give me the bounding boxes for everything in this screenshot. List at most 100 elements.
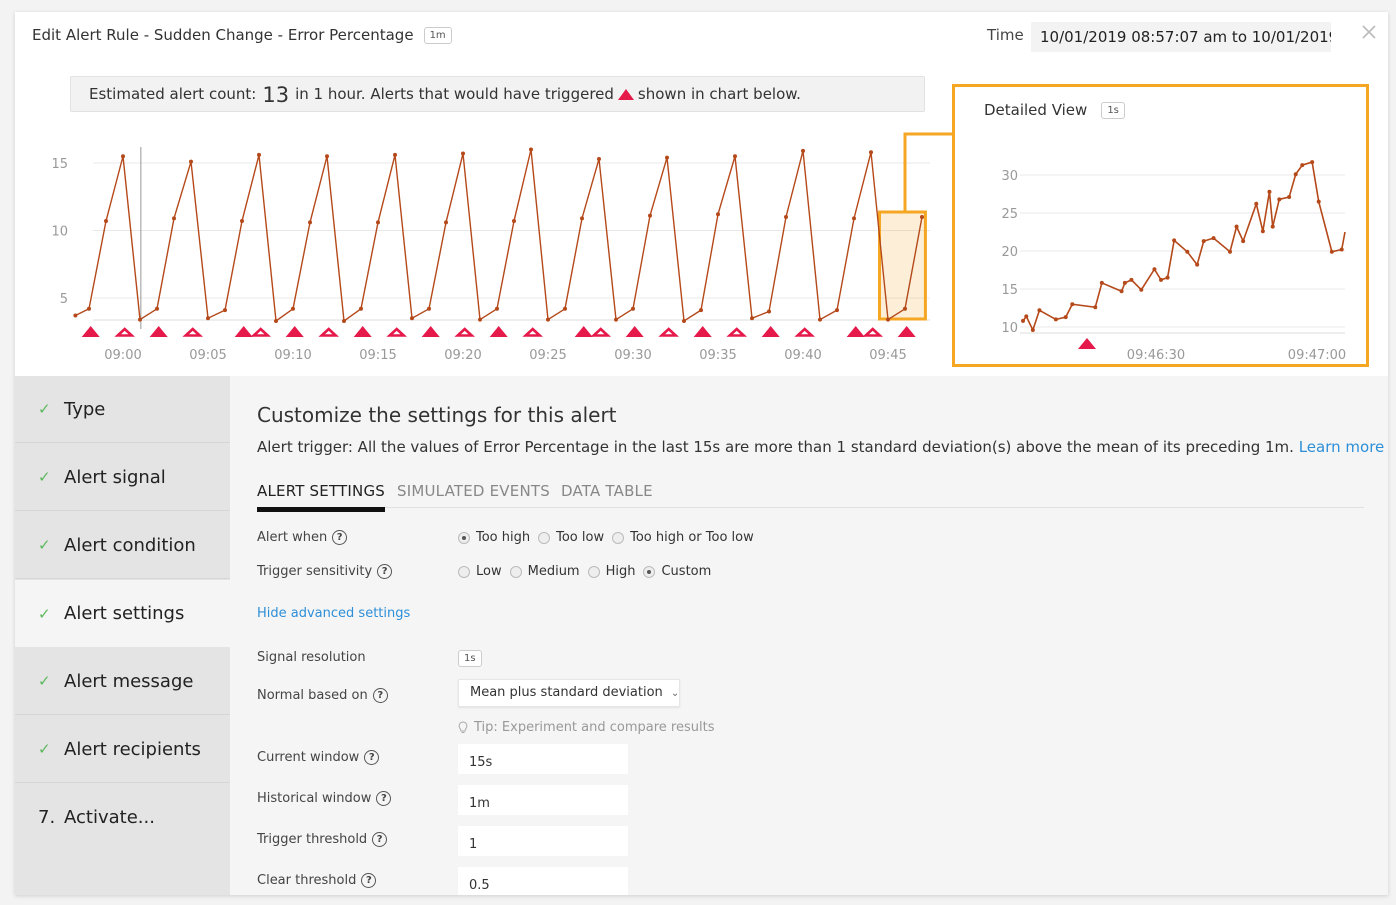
step-alert-condition[interactable]: ✓ Alert condition xyxy=(15,512,230,579)
data-point xyxy=(546,317,550,322)
radio-too-high-or-low[interactable]: Too high or Too low xyxy=(612,530,754,545)
radio-button[interactable] xyxy=(458,565,470,578)
data-point xyxy=(1287,195,1292,200)
clear-threshold-label: Clear threshold ? xyxy=(257,873,377,888)
radio-button[interactable] xyxy=(509,565,522,578)
current-window-text: Current window xyxy=(257,750,360,765)
data-point xyxy=(869,150,873,155)
help-icon[interactable]: ? xyxy=(376,791,392,806)
alert-marker-cleared xyxy=(590,327,612,337)
alert-marker-triggered xyxy=(421,326,440,337)
alert-marker-triggered xyxy=(353,326,372,337)
alert-marker-triggered xyxy=(1078,338,1096,349)
trigger-threshold-text: Trigger threshold xyxy=(257,832,368,847)
alert-marker-cleared xyxy=(726,327,748,337)
signal-resolution-text: Signal resolution xyxy=(257,650,366,665)
signal-resolution-badge: 1s xyxy=(458,650,482,667)
help-icon[interactable]: ? xyxy=(372,832,388,847)
alert-marker-cleared xyxy=(386,327,408,337)
step-alert-settings[interactable]: ✓ Alert settings xyxy=(15,580,230,647)
data-point xyxy=(1053,317,1058,322)
radio-too-high[interactable]: Too high xyxy=(458,530,530,545)
radio-button[interactable] xyxy=(643,565,656,578)
alert-marker-cleared xyxy=(318,327,340,337)
data-point xyxy=(1211,236,1216,241)
alert-marker-triggered xyxy=(761,326,780,337)
data-point xyxy=(852,216,856,221)
data-point xyxy=(1070,302,1075,307)
data-point xyxy=(563,306,567,311)
data-point xyxy=(580,216,584,221)
data-point xyxy=(750,316,754,321)
radio-button[interactable] xyxy=(612,531,625,544)
help-icon[interactable]: ? xyxy=(364,750,380,765)
help-icon[interactable]: ? xyxy=(372,688,388,703)
radio-button[interactable] xyxy=(538,531,551,544)
data-point xyxy=(1152,267,1157,272)
time-range-field[interactable]: 10/01/2019 08:57:07 am to 10/01/2019 xyxy=(1031,22,1331,52)
normal-based-on-select[interactable]: Mean plus standard deviation ⌄ xyxy=(458,679,680,707)
data-point xyxy=(1254,201,1259,206)
data-point xyxy=(631,306,635,311)
radio-medium[interactable]: Medium xyxy=(509,564,580,579)
data-point xyxy=(818,317,822,322)
step-alert-signal[interactable]: ✓ Alert signal xyxy=(15,444,230,511)
data-point xyxy=(1024,314,1029,319)
alert-marker-cleared xyxy=(182,327,204,337)
normal-based-on-label: Normal based on ? xyxy=(257,688,388,703)
data-point xyxy=(1172,238,1177,243)
data-point xyxy=(87,306,91,311)
trigger-threshold-input[interactable] xyxy=(458,826,628,856)
data-point xyxy=(1093,305,1098,310)
hide-advanced-settings-link[interactable]: Hide advanced settings xyxy=(257,606,410,621)
interval-badge: 1m xyxy=(423,26,452,44)
current-window-input[interactable] xyxy=(458,744,628,774)
radio-custom[interactable]: Custom xyxy=(643,564,711,579)
clear-threshold-input[interactable] xyxy=(458,867,628,895)
radio-high[interactable]: High xyxy=(587,564,635,579)
alert-marker-cleared xyxy=(522,327,544,337)
data-point xyxy=(1339,247,1344,252)
tab-simulated-events[interactable]: SIMULATED EVENTS xyxy=(397,482,550,500)
help-icon[interactable]: ? xyxy=(332,530,348,545)
step-activate[interactable]: 7. Activate... xyxy=(15,784,230,851)
data-point xyxy=(410,316,414,321)
normal-based-on-text: Normal based on xyxy=(257,688,368,703)
step-alert-recipients[interactable]: ✓ Alert recipients xyxy=(15,716,230,783)
step-type[interactable]: ✓ Type xyxy=(15,376,230,443)
alert-when-label: Alert when ? xyxy=(257,530,348,545)
y-tick-label: 5 xyxy=(60,292,68,307)
tab-alert-settings[interactable]: ALERT SETTINGS xyxy=(257,482,386,512)
detailed-chart[interactable]: 10 15 20 25 30 09:46:30 09:47:00 xyxy=(955,87,1366,364)
settings-tabs: ALERT SETTINGS SIMULATED EVENTS DATA TAB… xyxy=(257,468,1364,512)
data-point xyxy=(325,154,329,159)
learn-more-link[interactable]: Learn more xyxy=(1299,438,1385,456)
wizard-steps: ✓ Type ✓ Alert signal ✓ Alert condition … xyxy=(15,376,230,895)
radio-too-low[interactable]: Too low xyxy=(538,530,604,545)
help-icon[interactable]: ? xyxy=(361,873,377,888)
radio-button[interactable] xyxy=(458,531,470,544)
step-alert-message[interactable]: ✓ Alert message xyxy=(15,648,230,715)
y-tick-label: 15 xyxy=(1001,283,1018,298)
radio-label: Too high xyxy=(476,530,531,545)
data-point xyxy=(478,317,482,322)
page-heading: Customize the settings for this alert xyxy=(257,403,617,427)
help-icon[interactable]: ? xyxy=(377,564,393,579)
radio-button[interactable] xyxy=(587,565,600,578)
tab-data-table[interactable]: DATA TABLE xyxy=(561,482,653,500)
close-icon[interactable] xyxy=(1361,24,1379,42)
data-point xyxy=(1228,249,1232,254)
alert-trigger-description: Alert trigger: All the values of Error P… xyxy=(257,438,1384,456)
y-tick-label: 30 xyxy=(1001,169,1018,184)
radio-low[interactable]: Low xyxy=(458,564,502,579)
alert-marker-triggered xyxy=(625,326,644,337)
y-tick-label: 20 xyxy=(1001,245,1018,260)
data-point xyxy=(614,317,618,322)
historical-window-input[interactable] xyxy=(458,785,628,815)
trigger-sensitivity-label: Trigger sensitivity ? xyxy=(257,564,393,579)
data-point xyxy=(1329,249,1334,254)
overview-chart[interactable]: 5 10 15 09:00 09:05 09:10 09:15 09:20 09:25 09:30… xyxy=(40,137,950,367)
x-tick-label: 09:46:30 xyxy=(1127,348,1185,363)
x-tick-label: 09:15 xyxy=(359,348,396,363)
data-point xyxy=(376,220,380,225)
